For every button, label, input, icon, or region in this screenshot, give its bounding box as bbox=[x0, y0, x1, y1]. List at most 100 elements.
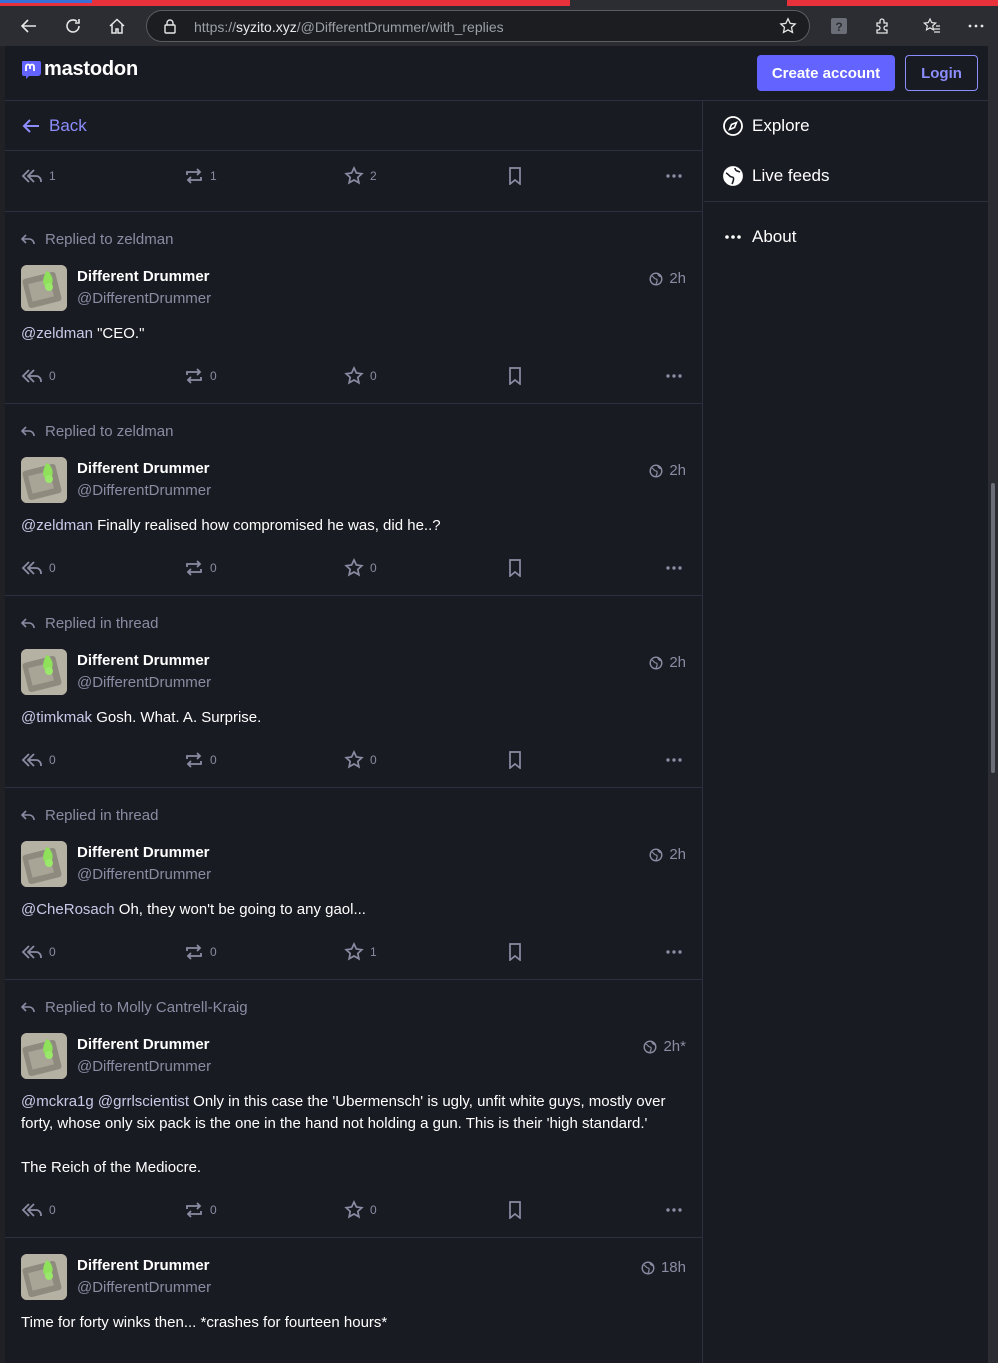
status-content: @zeldman "CEO." bbox=[21, 323, 686, 345]
scrollbar-thumb[interactable] bbox=[991, 483, 995, 773]
account-handle[interactable]: @DifferentDrummer bbox=[77, 1058, 211, 1075]
boost-count: 0 bbox=[210, 945, 217, 959]
favourite-button[interactable]: 0 bbox=[344, 745, 377, 775]
status-time[interactable]: 2h * bbox=[643, 1038, 686, 1055]
login-button[interactable]: Login bbox=[905, 55, 978, 91]
nav-about[interactable]: About bbox=[704, 212, 988, 262]
mastodon-logo[interactable]: mastodon bbox=[20, 58, 138, 81]
avatar[interactable] bbox=[21, 841, 67, 887]
mention-link[interactable]: @mckra1g @grrlscientist bbox=[21, 1093, 189, 1110]
bookmark-button[interactable] bbox=[507, 745, 523, 775]
favourite-button[interactable]: 2 bbox=[344, 161, 377, 191]
more-options-button[interactable] bbox=[665, 937, 683, 967]
bookmark-button[interactable] bbox=[507, 553, 523, 583]
account-handle[interactable]: @DifferentDrummer bbox=[77, 1279, 211, 1296]
mention-link[interactable]: @timkmak bbox=[21, 709, 92, 726]
boost-button[interactable]: 1 bbox=[184, 161, 217, 191]
account-handle[interactable]: @DifferentDrummer bbox=[77, 866, 211, 883]
display-name[interactable]: Different Drummer bbox=[77, 652, 210, 669]
display-name[interactable]: Different Drummer bbox=[77, 268, 210, 285]
reload-icon[interactable] bbox=[57, 10, 89, 42]
status-time[interactable]: 2h bbox=[649, 270, 686, 287]
more-options-button[interactable] bbox=[665, 1195, 683, 1225]
mention-link[interactable]: @zeldman bbox=[21, 325, 93, 342]
avatar[interactable] bbox=[21, 1254, 67, 1300]
reply-all-button[interactable]: 0 bbox=[21, 361, 56, 391]
more-options-button[interactable] bbox=[665, 161, 683, 191]
favorite-star-icon[interactable] bbox=[779, 17, 797, 40]
avatar[interactable] bbox=[21, 1033, 67, 1079]
lock-icon[interactable] bbox=[163, 18, 177, 39]
status-time[interactable]: 2h bbox=[649, 462, 686, 479]
reply-all-button[interactable]: 0 bbox=[21, 937, 56, 967]
create-account-button[interactable]: Create account bbox=[757, 55, 895, 91]
account-handle[interactable]: @DifferentDrummer bbox=[77, 290, 211, 307]
reply-all-button[interactable]: 0 bbox=[21, 745, 56, 775]
status-prepend: Replied to zeldman bbox=[21, 420, 686, 442]
scrollbar[interactable] bbox=[988, 46, 998, 1363]
status-content: Time for forty winks then... *crashes fo… bbox=[21, 1314, 388, 1331]
active-tab-indicator[interactable] bbox=[0, 0, 92, 3]
ellipsis-icon bbox=[666, 758, 682, 762]
status-card[interactable]: Replied to zeldman Different Drummer @Di… bbox=[5, 212, 702, 404]
favorites-icon[interactable] bbox=[916, 10, 948, 42]
bookmark-button[interactable] bbox=[507, 937, 523, 967]
status-card[interactable]: Replied in thread Different Drummer @Dif… bbox=[5, 788, 702, 980]
address-bar[interactable]: https://syzito.xyz/@DifferentDrummer/wit… bbox=[146, 10, 810, 42]
display-name[interactable]: Different Drummer bbox=[77, 844, 210, 861]
nav-live-feeds-label: Live feeds bbox=[752, 166, 830, 185]
bookmark-button[interactable] bbox=[507, 1195, 523, 1225]
back-arrow-icon[interactable] bbox=[13, 10, 45, 42]
status-card[interactable]: Replied to zeldman Different Drummer @Di… bbox=[5, 404, 702, 596]
account-handle[interactable]: @DifferentDrummer bbox=[77, 674, 211, 691]
favourite-button[interactable]: 0 bbox=[344, 553, 377, 583]
star-icon bbox=[344, 750, 364, 769]
status-time[interactable]: 18h bbox=[641, 1259, 686, 1276]
boost-button[interactable]: 0 bbox=[184, 937, 217, 967]
favourite-button[interactable]: 0 bbox=[344, 361, 377, 391]
boost-button[interactable]: 0 bbox=[184, 1195, 217, 1225]
avatar[interactable] bbox=[21, 265, 67, 311]
bookmark-button[interactable] bbox=[507, 361, 523, 391]
favourite-button[interactable]: 1 bbox=[344, 937, 377, 967]
avatar[interactable] bbox=[21, 457, 67, 503]
reply-all-icon bbox=[21, 1203, 42, 1217]
reply-all-button[interactable]: 0 bbox=[21, 1195, 56, 1225]
avatar[interactable] bbox=[21, 649, 67, 695]
reply-all-button[interactable]: 1 bbox=[21, 161, 56, 191]
bookmark-button[interactable] bbox=[507, 161, 523, 191]
status-card[interactable]: Replied to Molly Cantrell-Kraig Differen… bbox=[5, 980, 702, 1238]
more-menu-icon[interactable] bbox=[960, 10, 992, 42]
account-handle[interactable]: @DifferentDrummer bbox=[77, 482, 211, 499]
favourite-button[interactable]: 0 bbox=[344, 1195, 377, 1225]
reply-all-button[interactable]: 0 bbox=[21, 553, 56, 583]
nav-explore[interactable]: Explore bbox=[704, 101, 988, 151]
display-name[interactable]: Different Drummer bbox=[77, 1257, 210, 1274]
status-card[interactable]: Replied in thread Different Drummer @Dif… bbox=[5, 596, 702, 788]
nav-live-feeds[interactable]: Live feeds bbox=[704, 151, 988, 201]
prepend-text: Replied in thread bbox=[45, 614, 159, 632]
boost-icon bbox=[186, 560, 202, 576]
mention-link[interactable]: @zeldman bbox=[21, 517, 93, 534]
status-card[interactable]: Different Drummer @DifferentDrummer 18h … bbox=[5, 1238, 702, 1362]
boost-button[interactable]: 0 bbox=[184, 361, 217, 391]
home-icon[interactable] bbox=[101, 10, 133, 42]
display-name[interactable]: Different Drummer bbox=[77, 1036, 210, 1053]
ellipsis-icon bbox=[666, 174, 682, 178]
mention-link[interactable]: @CheRosach bbox=[21, 901, 115, 918]
extensions-puzzle-icon[interactable] bbox=[867, 10, 899, 42]
display-name[interactable]: Different Drummer bbox=[77, 460, 210, 477]
status-time[interactable]: 2h bbox=[649, 846, 686, 863]
edited-mark[interactable]: * bbox=[680, 1038, 686, 1055]
star-icon bbox=[344, 366, 364, 385]
more-options-button[interactable] bbox=[665, 361, 683, 391]
back-arrow-icon bbox=[22, 118, 39, 133]
extension-help-icon[interactable]: ? bbox=[823, 10, 855, 42]
url-text[interactable]: https://syzito.xyz/@DifferentDrummer/wit… bbox=[194, 19, 504, 35]
more-options-button[interactable] bbox=[665, 553, 683, 583]
back-button[interactable]: Back bbox=[5, 101, 702, 151]
status-time[interactable]: 2h bbox=[649, 654, 686, 671]
boost-button[interactable]: 0 bbox=[184, 553, 217, 583]
more-options-button[interactable] bbox=[665, 745, 683, 775]
boost-button[interactable]: 0 bbox=[184, 745, 217, 775]
